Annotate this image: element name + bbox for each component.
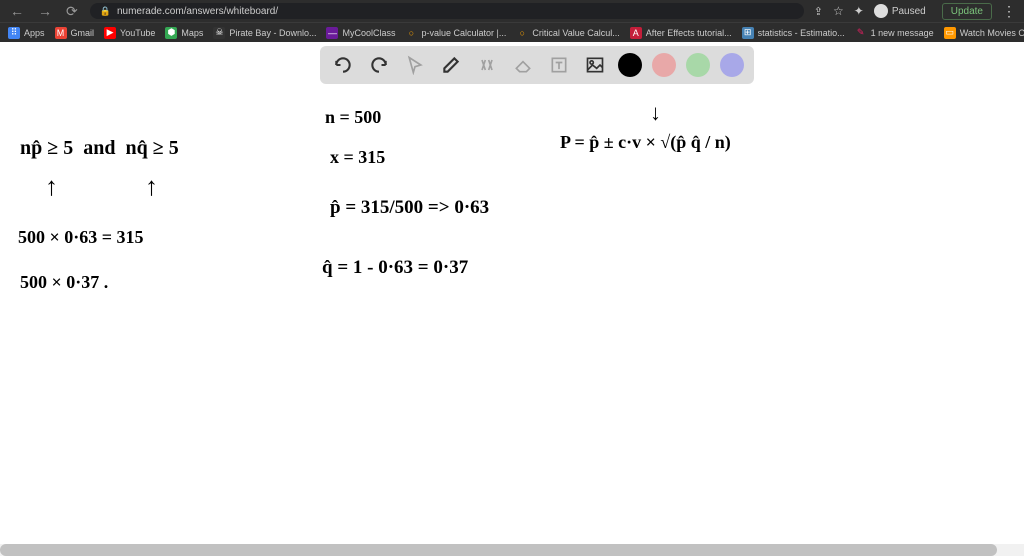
pen-tool[interactable]: [438, 52, 464, 78]
hw-formula: P = p̂ ± c·v × √(p̂ q̂ / n): [560, 132, 731, 153]
url-text: numerade.com/answers/whiteboard/: [117, 6, 278, 17]
bookmark-star-icon[interactable]: ☆: [833, 4, 844, 18]
extensions-icon[interactable]: ✦: [854, 4, 864, 18]
bookmark-aftereffects[interactable]: A After Effects tutorial...: [630, 27, 732, 39]
browser-chrome: ← → ⟳ 🔒 numerade.com/answers/whiteboard/…: [0, 0, 1024, 42]
critical-icon: ○: [516, 27, 528, 39]
bookmark-apps[interactable]: ⠿ Apps: [8, 27, 45, 39]
horizontal-scrollbar[interactable]: [0, 544, 1024, 556]
statistics-icon: ⊞: [742, 27, 754, 39]
movies-icon: ▭: [944, 27, 956, 39]
color-black[interactable]: [618, 53, 642, 77]
avatar-icon: [874, 4, 888, 18]
forward-button[interactable]: →: [36, 3, 54, 19]
update-button[interactable]: Update: [942, 3, 992, 20]
browser-right-controls: ⇪ ☆ ✦ Paused Update ⋮: [814, 3, 1016, 20]
hw-calc2: 500 × 0·37 .: [20, 272, 108, 293]
hw-condition: np̂ ≥ 5 and nq̂ ≥ 5: [20, 137, 179, 160]
bookmark-statistics[interactable]: ⊞ statistics - Estimatio...: [742, 27, 845, 39]
hw-qhat: q̂ = 1 - 0·63 = 0·37: [322, 257, 468, 279]
color-green[interactable]: [686, 53, 710, 77]
color-red[interactable]: [652, 53, 676, 77]
hw-phat: p̂ = 315/500 => 0·63: [330, 197, 489, 219]
bookmark-pirate[interactable]: ☠ Pirate Bay - Downlo...: [213, 27, 316, 39]
bookmark-pvalue[interactable]: ○ p-value Calculator |...: [405, 27, 506, 39]
reload-button[interactable]: ⟳: [64, 3, 80, 20]
gmail-icon: M: [55, 27, 67, 39]
profile-badge[interactable]: Paused: [874, 4, 926, 18]
text-tool[interactable]: [546, 52, 572, 78]
back-button[interactable]: ←: [8, 3, 26, 19]
redo-button[interactable]: [366, 52, 392, 78]
eraser-tool[interactable]: [510, 52, 536, 78]
bookmark-newmsg[interactable]: ✎ 1 new message: [855, 27, 934, 39]
bookmark-gmail[interactable]: M Gmail: [55, 27, 95, 39]
hw-x: x = 315: [330, 147, 385, 168]
bookmarks-bar: ⠿ Apps M Gmail ▶ YouTube ⬢ Maps ☠ Pirate…: [0, 22, 1024, 42]
bookmark-mycool[interactable]: — MyCoolClass: [326, 27, 395, 39]
bookmark-maps[interactable]: ⬢ Maps: [165, 27, 203, 39]
pointer-tool[interactable]: [402, 52, 428, 78]
aftereffects-icon: A: [630, 27, 642, 39]
hw-calc1: 500 × 0·63 = 315: [18, 227, 144, 248]
lock-icon: 🔒: [100, 6, 111, 17]
hw-right-arrow: ↓: [650, 100, 661, 126]
share-icon[interactable]: ⇪: [814, 5, 823, 18]
image-tool[interactable]: [582, 52, 608, 78]
maps-icon: ⬢: [165, 27, 177, 39]
profile-state: Paused: [892, 6, 926, 17]
bookmark-movies[interactable]: ▭ Watch Movies Onli...: [944, 27, 1024, 39]
math-tool[interactable]: [474, 52, 500, 78]
youtube-icon: ▶: [104, 27, 116, 39]
whiteboard-toolbar: [320, 46, 754, 84]
hw-n: n = 500: [325, 107, 381, 128]
whiteboard-canvas[interactable]: np̂ ≥ 5 and nq̂ ≥ 5 ↑ ↑ 500 × 0·63 = 315…: [0, 42, 1024, 556]
url-bar: ← → ⟳ 🔒 numerade.com/answers/whiteboard/…: [0, 0, 1024, 22]
bookmark-youtube[interactable]: ▶ YouTube: [104, 27, 155, 39]
pvalue-icon: ○: [405, 27, 417, 39]
newmsg-icon: ✎: [855, 27, 867, 39]
undo-button[interactable]: [330, 52, 356, 78]
color-purple[interactable]: [720, 53, 744, 77]
scrollbar-thumb[interactable]: [0, 544, 997, 556]
pirate-icon: ☠: [213, 27, 225, 39]
apps-icon: ⠿: [8, 27, 20, 39]
mycool-icon: —: [326, 27, 338, 39]
menu-icon[interactable]: ⋮: [1002, 3, 1016, 20]
hw-arrow2: ↑: [145, 172, 158, 202]
address-bar[interactable]: 🔒 numerade.com/answers/whiteboard/: [90, 3, 804, 19]
bookmark-critical[interactable]: ○ Critical Value Calcul...: [516, 27, 619, 39]
hw-arrow1: ↑: [45, 172, 58, 202]
